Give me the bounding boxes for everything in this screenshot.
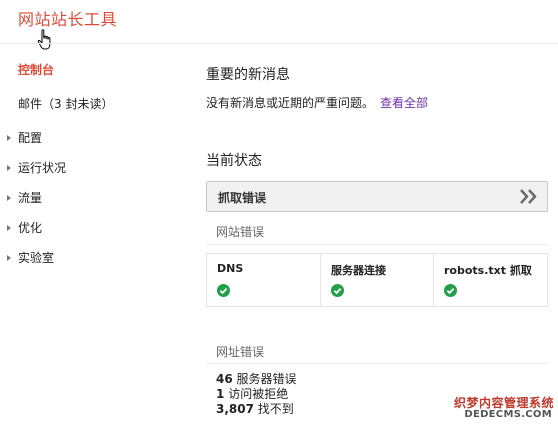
site-errors-divider — [206, 244, 548, 245]
news-section-title: 重要的新消息 — [206, 67, 290, 83]
crawl-errors-label: 抓取错误 — [218, 191, 267, 205]
status-cell-dns[interactable]: DNS — [207, 254, 321, 306]
sidebar-item-label: 运行状况 — [18, 161, 67, 175]
status-cell-server-connectivity[interactable]: 服务器连接 — [321, 254, 434, 306]
crawl-errors-bar[interactable]: 抓取错误 — [206, 181, 548, 212]
view-all-link[interactable]: 查看全部 — [380, 96, 428, 110]
status-cell-robots-fetch[interactable]: robots.txt 抓取 — [434, 254, 547, 306]
expand-arrow-icon — [7, 225, 11, 231]
expand-arrow-icon — [7, 165, 11, 171]
url-error-row[interactable]: 1 访问被拒绝 — [216, 387, 297, 402]
watermark-en-text: DEDECMS.COM — [464, 409, 552, 420]
url-errors-divider — [206, 363, 548, 364]
sidebar-item-label: 控制台 — [18, 63, 55, 77]
news-message: 没有新消息或近期的严重问题。 查看全部 — [206, 94, 428, 111]
status-cell-label: 服务器连接 — [331, 264, 386, 277]
expand-arrow-icon — [7, 255, 11, 261]
status-cell-label: DNS — [217, 262, 244, 275]
sidebar-item-label: 邮件（3 封未读） — [18, 97, 114, 111]
sidebar-item-label: 配置 — [18, 131, 43, 145]
double-chevron-right-icon[interactable] — [519, 188, 539, 205]
site-errors-title: 网站错误 — [216, 225, 265, 239]
url-error-row[interactable]: 46 服务器错误 — [216, 372, 297, 387]
url-error-count: 3,807 — [216, 402, 254, 416]
site-errors-table: DNS 服务器连接 robots.txt 抓取 — [206, 253, 548, 307]
app-title[interactable]: 网站站长工具 — [18, 6, 117, 30]
news-message-text: 没有新消息或近期的严重问题。 — [206, 96, 375, 110]
ok-check-icon — [444, 284, 457, 297]
sidebar-item-dashboard[interactable]: 控制台 — [0, 58, 190, 92]
expand-arrow-icon — [7, 195, 11, 201]
url-error-row[interactable]: 3,807 找不到 — [216, 402, 297, 417]
url-error-count: 1 — [216, 387, 225, 401]
expand-arrow-icon — [7, 135, 11, 141]
sidebar-item-configuration[interactable]: 配置 — [0, 126, 190, 156]
url-error-label: 找不到 — [257, 402, 294, 416]
header-divider — [0, 43, 558, 44]
sidebar-item-labs[interactable]: 实验室 — [0, 246, 190, 276]
sidebar-nav: 控制台 邮件（3 封未读） 配置 运行状况 流量 优化 实验室 — [0, 58, 190, 276]
url-errors-list: 46 服务器错误 1 访问被拒绝 3,807 找不到 — [216, 372, 297, 417]
sidebar-item-health[interactable]: 运行状况 — [0, 156, 190, 186]
sidebar-item-messages[interactable]: 邮件（3 封未读） — [0, 92, 190, 126]
ok-check-icon — [217, 284, 230, 297]
ok-check-icon — [331, 284, 344, 297]
url-error-count: 46 — [216, 372, 233, 386]
sidebar-item-label: 实验室 — [18, 251, 55, 265]
url-error-label: 访问被拒绝 — [228, 387, 289, 401]
sidebar-item-label: 流量 — [18, 191, 43, 205]
site-watermark: 织梦内容管理系统 DEDECMS.COM — [436, 394, 554, 422]
url-errors-title: 网址错误 — [216, 345, 265, 359]
sidebar-item-label: 优化 — [18, 221, 43, 235]
hand-cursor-icon — [37, 29, 51, 50]
url-error-label: 服务器错误 — [236, 372, 297, 386]
sidebar-item-optimization[interactable]: 优化 — [0, 216, 190, 246]
sidebar-item-traffic[interactable]: 流量 — [0, 186, 190, 216]
status-cell-label: robots.txt 抓取 — [444, 264, 532, 277]
status-section-title: 当前状态 — [206, 153, 262, 169]
